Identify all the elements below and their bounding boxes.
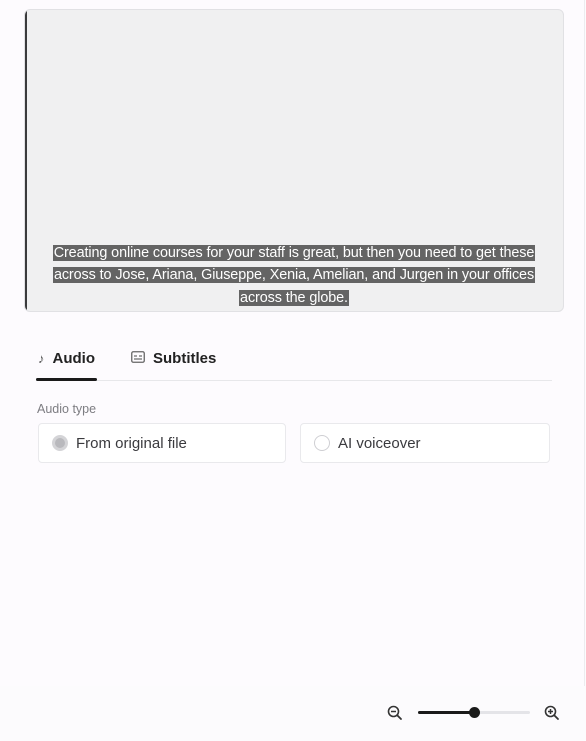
audio-option-original-file[interactable]: From original file bbox=[38, 423, 286, 463]
radio-unselected-icon[interactable] bbox=[314, 435, 330, 451]
tab-subtitles-label: Subtitles bbox=[153, 350, 217, 367]
zoom-slider-thumb[interactable] bbox=[469, 707, 480, 718]
zoom-slider[interactable] bbox=[418, 706, 530, 718]
zoom-slider-fill bbox=[418, 711, 474, 714]
caption-line-3: across the globe. bbox=[239, 289, 349, 306]
tab-audio[interactable]: ♪ Audio bbox=[36, 350, 97, 381]
radio-selected-icon[interactable] bbox=[52, 435, 68, 451]
caption-line-2: across to Jose, Ariana, Giuseppe, Xenia,… bbox=[52, 267, 536, 283]
tab-audio-label: Audio bbox=[52, 350, 96, 367]
audio-option-label: AI voiceover bbox=[338, 434, 421, 452]
tab-subtitles[interactable]: Subtitles bbox=[131, 350, 216, 380]
music-note-icon: ♪ bbox=[38, 351, 45, 366]
editor-panel: Creating online courses for your staff i… bbox=[0, 0, 585, 686]
audio-type-label: Audio type bbox=[37, 402, 97, 416]
settings-tabs: ♪ Audio Subtitles bbox=[36, 342, 552, 381]
subtitle-caption: Creating online courses for your staff i… bbox=[25, 242, 563, 310]
video-preview[interactable]: Creating online courses for your staff i… bbox=[24, 9, 564, 312]
zoom-out-icon[interactable] bbox=[386, 704, 404, 722]
audio-option-label: From original file bbox=[76, 434, 187, 452]
audio-option-ai-voiceover[interactable]: AI voiceover bbox=[300, 423, 550, 463]
caption-line-1: Creating online courses for your staff i… bbox=[52, 244, 536, 261]
zoom-in-icon[interactable] bbox=[543, 704, 561, 722]
subtitles-icon bbox=[131, 350, 145, 368]
